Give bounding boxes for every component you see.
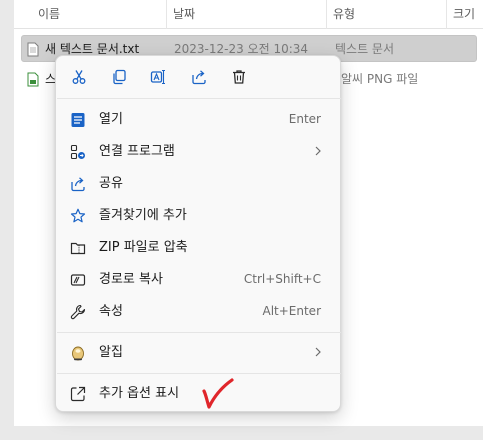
alzip-icon <box>69 344 87 362</box>
scissors-icon <box>72 70 86 84</box>
menu-item-properties[interactable]: 속성 Alt+Enter <box>61 296 337 327</box>
column-divider[interactable] <box>326 0 327 29</box>
menu-item-shortcut: Ctrl+Shift+C <box>243 272 321 286</box>
column-header-date[interactable]: 날짜 <box>173 0 195 29</box>
context-menu: 열기 Enter 연결 프로그램 공유 즐겨찾기에 추가 ZIP 파일로 압축 … <box>55 55 341 412</box>
share-icon <box>69 175 87 193</box>
menu-item-shortcut: Enter <box>288 112 321 126</box>
column-header-size[interactable]: 크기 <box>453 0 475 29</box>
menu-item-label: 열기 <box>99 112 123 127</box>
menu-separator <box>57 332 341 333</box>
menu-item-share[interactable]: 공유 <box>61 168 337 199</box>
text-file-icon <box>27 42 39 57</box>
menu-item-alzip[interactable]: 알집 <box>61 337 337 368</box>
wrench-icon <box>69 303 87 321</box>
star-icon <box>69 207 87 225</box>
delete-button[interactable] <box>226 64 252 90</box>
menu-item-zip[interactable]: ZIP 파일로 압축 <box>61 232 337 263</box>
menu-item-copy-path[interactable]: 경로로 복사 Ctrl+Shift+C <box>61 264 337 295</box>
open-icon <box>69 111 87 129</box>
file-type: 텍스트 문서 <box>335 42 395 56</box>
menu-item-more-options[interactable]: 추가 옵션 표시 <box>61 378 337 409</box>
copy-path-icon <box>69 271 87 289</box>
more-options-icon <box>69 385 87 403</box>
menu-separator <box>57 373 341 374</box>
share-button[interactable] <box>186 64 212 90</box>
trash-icon <box>233 70 245 84</box>
copy-button[interactable] <box>106 64 132 90</box>
sort-up-icon: ^ <box>95 0 103 7</box>
menu-item-label: 속성 <box>99 304 123 319</box>
cut-button[interactable] <box>66 64 92 90</box>
share-icon <box>192 70 206 85</box>
red-checkmark-annotation <box>202 378 234 409</box>
menu-separator <box>57 98 341 99</box>
rename-button[interactable] <box>145 64 171 90</box>
menu-item-open-with[interactable]: 연결 프로그램 <box>61 136 337 167</box>
column-header-type[interactable]: 유형 <box>333 0 355 29</box>
chevron-right-icon <box>315 146 321 156</box>
column-divider[interactable] <box>166 0 167 29</box>
menu-item-label: 추가 옵션 표시 <box>99 386 180 401</box>
open-with-icon <box>69 143 87 161</box>
menu-item-label: 연결 프로그램 <box>99 144 175 159</box>
column-divider[interactable] <box>446 0 447 29</box>
menu-item-label: 경로로 복사 <box>99 272 163 287</box>
context-toolbar <box>56 56 342 98</box>
menu-item-label: 알집 <box>99 345 123 360</box>
rename-icon <box>150 69 165 85</box>
menu-item-label: ZIP 파일로 압축 <box>99 240 188 255</box>
menu-item-label: 즐겨찾기에 추가 <box>99 208 187 223</box>
file-type: 알씨 PNG 파일 <box>341 72 419 86</box>
menu-item-shortcut: Alt+Enter <box>262 304 321 318</box>
menu-item-label: 공유 <box>99 176 123 191</box>
column-header-row: ^ 이름 날짜 유형 크기 <box>14 0 483 29</box>
chevron-right-icon <box>315 347 321 357</box>
zip-folder-icon <box>69 239 87 257</box>
menu-item-open[interactable]: 열기 Enter <box>61 104 337 135</box>
menu-item-favorites[interactable]: 즐겨찾기에 추가 <box>61 200 337 231</box>
png-file-icon <box>27 72 39 87</box>
column-header-name[interactable]: 이름 <box>38 0 60 29</box>
copy-icon <box>113 69 126 85</box>
